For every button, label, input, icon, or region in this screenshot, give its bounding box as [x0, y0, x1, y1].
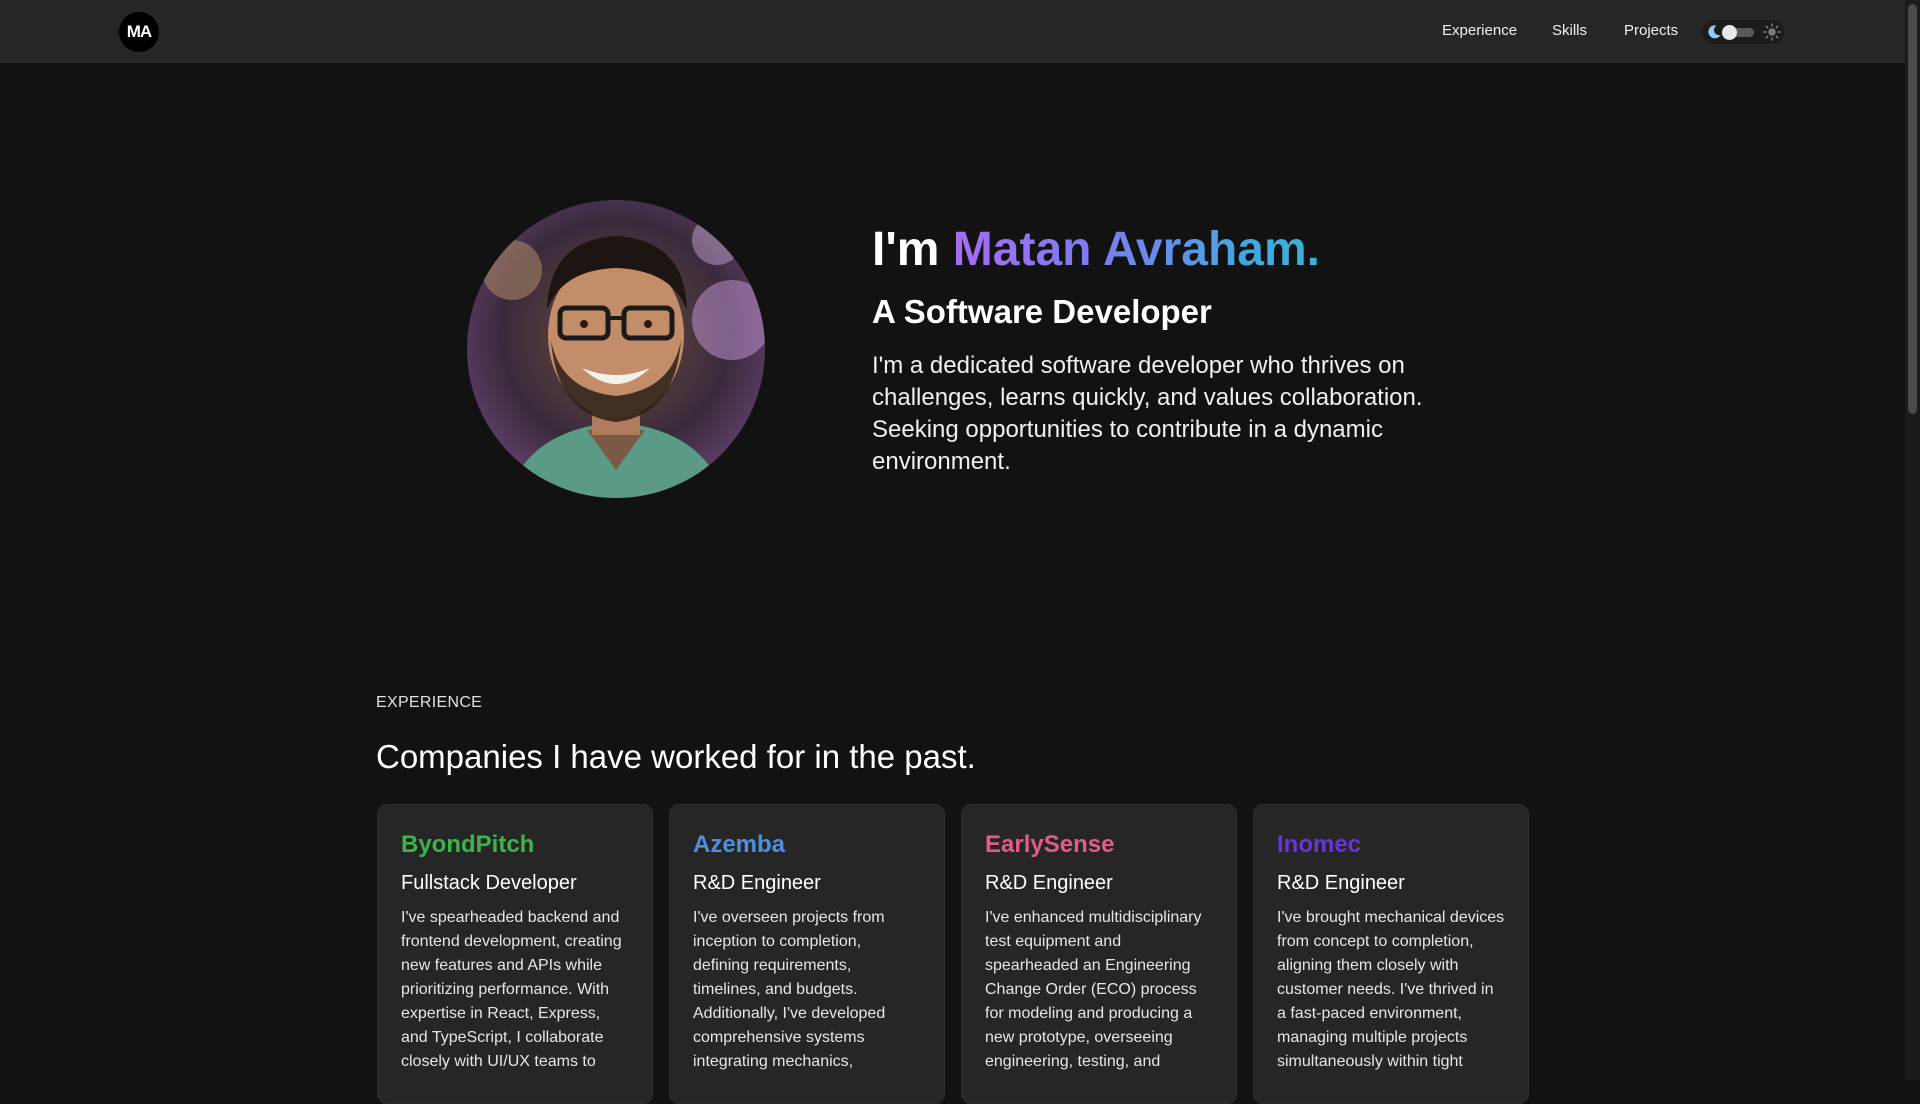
section-heading: Companies I have worked for in the past.: [376, 738, 976, 775]
top-navbar: MA Experience Skills Projects: [0, 0, 1905, 63]
page-scrollbar[interactable]: [1905, 0, 1920, 1080]
theme-toggle[interactable]: [1702, 20, 1784, 44]
job-description: I've enhanced multidisciplinary test equ…: [985, 909, 1202, 1070]
job-role: R&D Engineer: [1277, 872, 1405, 894]
job-description: I've brought mechanical devices from con…: [1277, 909, 1505, 1070]
experience-card-azemba: Azemba R&D Engineer I've overseen projec…: [669, 804, 945, 1104]
company-name: Azemba: [693, 831, 786, 858]
nav-link-skills[interactable]: Skills: [1552, 22, 1587, 39]
moon-icon: [1708, 25, 1721, 39]
job-role: R&D Engineer: [693, 872, 821, 894]
hero-greeting: I'm: [872, 223, 940, 276]
nav-link-projects[interactable]: Projects: [1624, 22, 1678, 39]
hero-description: I'm a dedicated software developer who t…: [872, 352, 1423, 475]
company-name: ByondPitch: [401, 831, 535, 858]
scrollbar-thumb[interactable]: [1908, 4, 1917, 414]
profile-photo: [467, 200, 765, 498]
job-role: Fullstack Developer: [401, 872, 577, 894]
section-eyebrow: EXPERIENCE: [376, 694, 483, 711]
experience-card-earlysense: EarlySense R&D Engineer I've enhanced mu…: [961, 804, 1237, 1104]
company-name: Inomec: [1277, 831, 1362, 858]
hero-intro: I'm Matan Avraham. A Software Developer …: [872, 222, 1432, 478]
company-name: EarlySense: [985, 831, 1115, 858]
job-description: I've overseen projects from inception to…: [693, 909, 886, 1070]
hero-title: I'm Matan Avraham.: [872, 222, 1432, 278]
nav-link-experience[interactable]: Experience: [1442, 22, 1517, 39]
sun-icon: [1763, 23, 1781, 41]
experience-card-byondpitch: ByondPitch Fullstack Developer I've spea…: [377, 804, 653, 1104]
job-role: R&D Engineer: [985, 872, 1113, 894]
job-description: I've spearheaded backend and frontend de…: [401, 909, 622, 1070]
hero-name: Matan Avraham.: [952, 223, 1320, 276]
nav-links: Experience Skills Projects: [0, 0, 1905, 63]
experience-card-inomec: Inomec R&D Engineer I've brought mechani…: [1253, 804, 1529, 1104]
hero-subtitle: A Software Developer: [872, 293, 1212, 330]
toggle-knob[interactable]: [1722, 25, 1737, 40]
